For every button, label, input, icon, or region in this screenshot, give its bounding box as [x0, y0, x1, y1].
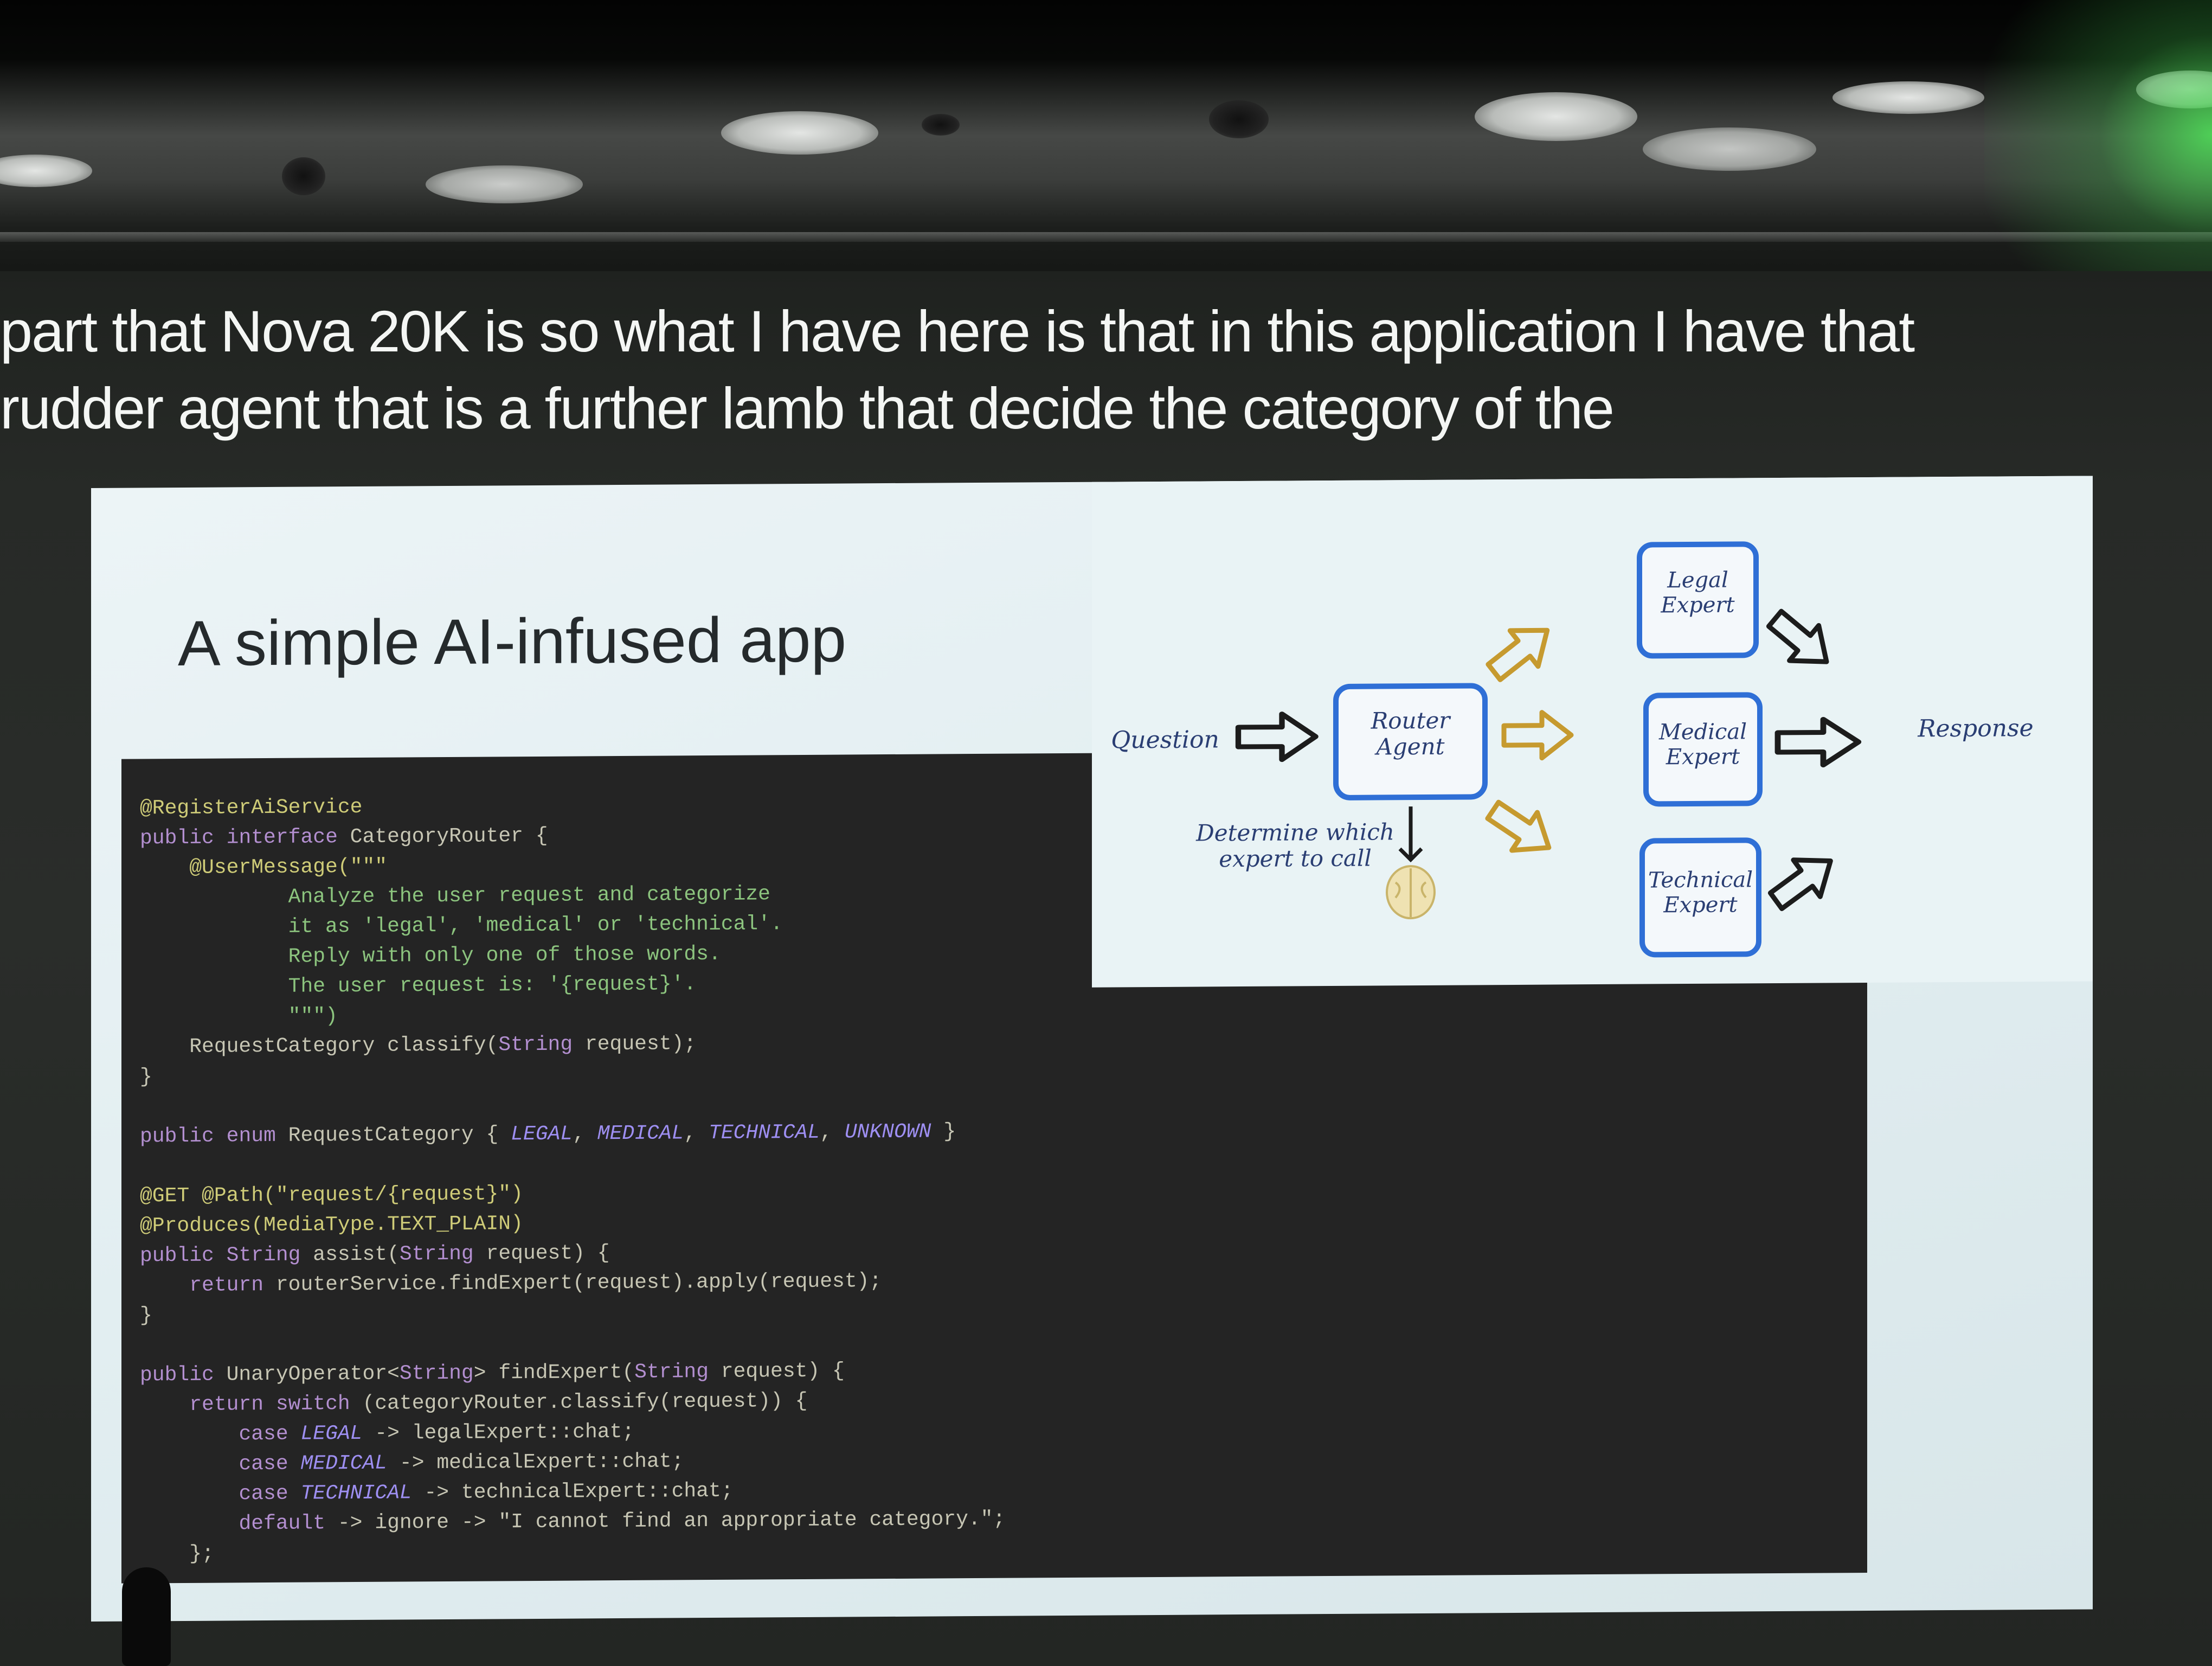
- brain-icon: [1386, 865, 1436, 920]
- question-arrow: [1238, 714, 1316, 760]
- ceiling: [0, 0, 2212, 282]
- question-label: Question: [1111, 726, 1219, 754]
- determine-label-line: Determine which: [1196, 818, 1394, 847]
- legal-label-line: Expert: [1661, 592, 1735, 618]
- code-line: }: [140, 1304, 152, 1328]
- code-line: default -> ignore -> "I cannot find an a…: [239, 1507, 1006, 1536]
- speaker-silhouette: [122, 1567, 171, 1666]
- caption-line: rudder agent that is a further lamb that…: [0, 375, 1615, 441]
- technical-to-response-arrow: [1763, 843, 1844, 919]
- code-line: public String assist(String request) {: [140, 1241, 610, 1268]
- ceiling-beam: [0, 232, 2212, 242]
- determine-arrow: [1398, 806, 1423, 863]
- legal-label-line: Legal: [1667, 567, 1728, 593]
- code-line: @Produces(MediaType.TEXT_PLAIN): [140, 1212, 523, 1238]
- router-agent-label: Router Agent: [1336, 707, 1485, 760]
- code-line: """): [140, 1004, 338, 1029]
- code-line: Analyze the user request and categorize: [140, 882, 770, 910]
- response-label: Response: [1918, 714, 2034, 743]
- green-glow: [1984, 0, 2212, 282]
- code-line: return switch (categoryRouter.classify(r…: [189, 1389, 808, 1417]
- code-line: public interface CategoryRouter {: [140, 824, 548, 850]
- router-to-technical-arrow: [1481, 791, 1562, 867]
- ceiling-light: [1475, 92, 1637, 141]
- response-arrow: [1778, 719, 1859, 765]
- medical-expert-label: Medical Expert: [1646, 719, 1760, 770]
- code-line: @RegisterAiService: [140, 795, 363, 821]
- determine-label: Determine which expert to call: [1192, 818, 1398, 873]
- technical-expert-label: Technical Expert: [1642, 867, 1759, 918]
- legal-expert-label: Legal Expert: [1639, 567, 1756, 618]
- ceiling-light: [1832, 81, 1984, 114]
- ceiling-light: [721, 111, 878, 155]
- live-caption: part that Nova 20K is so what I have her…: [0, 293, 1952, 447]
- slide-title: A simple AI-infused app: [178, 604, 847, 680]
- ceiling-fixture: [922, 114, 960, 136]
- medical-label-line: Expert: [1666, 744, 1740, 770]
- technical-label-line: Technical: [1648, 867, 1753, 893]
- code-line: public enum RequestCategory { LEGAL, MED…: [140, 1120, 956, 1149]
- router-to-legal-arrow: [1480, 612, 1561, 690]
- ceiling-light: [1643, 127, 1816, 171]
- router-to-medical-arrow: [1504, 712, 1571, 758]
- ceiling-light: [426, 165, 583, 203]
- code-line: public UnaryOperator<String> findExpert(…: [140, 1359, 845, 1387]
- code-line: Reply with only one of those words.: [140, 942, 721, 970]
- code-line: case MEDICAL -> medicalExpert::chat;: [239, 1450, 684, 1476]
- ceiling-fixture: [1209, 100, 1269, 138]
- code-block: @RegisterAiService public interface Categ…: [140, 789, 1005, 1569]
- code-line: return routerService.findExpert(request)…: [189, 1270, 882, 1297]
- code-line: @GET @Path("request/{request}"): [140, 1182, 523, 1208]
- legal-to-response-arrow: [1760, 601, 1841, 680]
- technical-label-line: Expert: [1663, 892, 1738, 918]
- code-line: it as 'legal', 'medical' or 'technical'.: [140, 912, 783, 940]
- code-line: };: [140, 1542, 214, 1566]
- code-line: @UserMessage(""": [140, 855, 388, 880]
- code-line: case TECHNICAL -> technicalExpert::chat;: [239, 1479, 734, 1506]
- slide: A simple AI-infused app @RegisterAiServi…: [91, 476, 2093, 1622]
- medical-label-line: Medical: [1658, 719, 1747, 745]
- router-label-line: Agent: [1376, 733, 1445, 760]
- router-label-line: Router: [1371, 707, 1450, 734]
- code-line: RequestCategory classify(String request)…: [140, 1032, 697, 1059]
- code-line: case LEGAL -> legalExpert::chat;: [239, 1420, 635, 1446]
- caption-line: part that Nova 20K is so what I have her…: [0, 298, 1915, 364]
- ceiling-fixture: [282, 157, 325, 195]
- code-line: The user request is: '{request}'.: [140, 972, 697, 999]
- code-line: }: [140, 1065, 152, 1089]
- determine-label-line: expert to call: [1219, 844, 1372, 873]
- ceiling-light: [0, 155, 92, 187]
- architecture-diagram: Question Router Agent Determine which ex…: [1092, 476, 2093, 988]
